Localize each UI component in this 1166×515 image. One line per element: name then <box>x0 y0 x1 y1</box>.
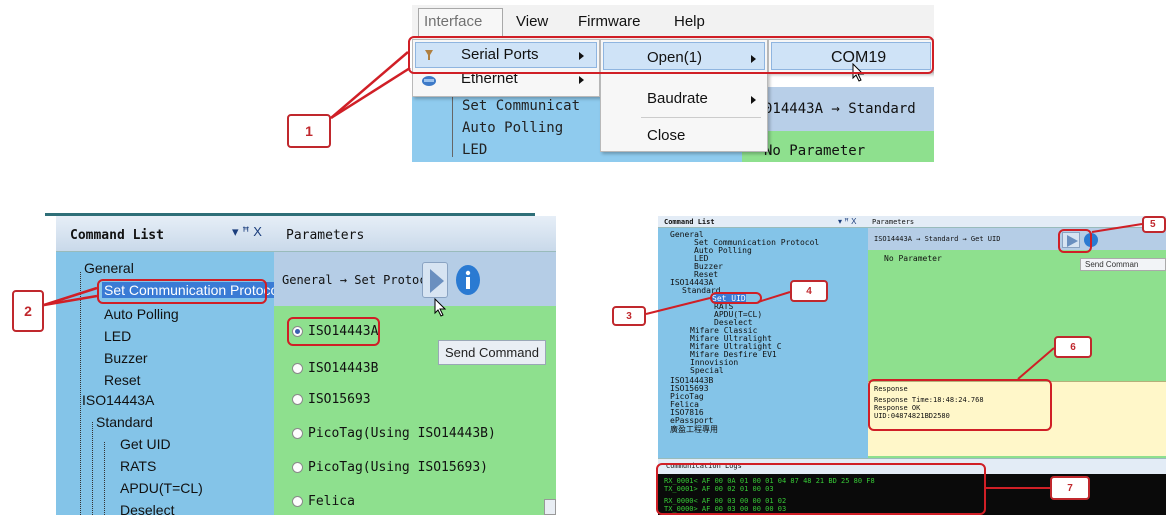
radio-iso14443b[interactable] <box>292 363 303 374</box>
callout-3: 3 <box>612 306 646 326</box>
pin-close-controls[interactable]: ▾ ꟸ X <box>232 224 262 240</box>
tree-item[interactable]: 廣盈工程專用 <box>670 424 718 435</box>
menu-separator <box>641 117 761 118</box>
panel2-screenshot: Command List ▾ ꟸ X Parameters General Se… <box>56 216 556 515</box>
tree-item-apdu[interactable]: APDU(T=CL) <box>120 480 203 496</box>
callout-5: 5 <box>1142 216 1166 233</box>
callout-7: 7 <box>1050 476 1090 500</box>
parameters-title: Parameters <box>286 228 365 243</box>
radio-iso15693[interactable] <box>292 394 303 405</box>
command-list-title: Command List <box>664 218 715 226</box>
send-command-tooltip: Send Comman <box>1080 258 1166 271</box>
tree-item-rats[interactable]: RATS <box>120 458 156 474</box>
protocol-label: ISO14443B <box>308 361 379 376</box>
tree-item-iso14443a[interactable]: ISO14443A <box>82 392 154 408</box>
bg-no-parameter: No Parameter <box>764 143 866 159</box>
tree-item-get-uid[interactable]: Get UID <box>120 436 171 452</box>
annotation-box-2b <box>287 317 380 346</box>
tree-item-standard[interactable]: Standard <box>96 414 153 430</box>
annotation-box-3 <box>710 292 762 304</box>
tree-item-buzzer[interactable]: Buzzer <box>104 350 148 366</box>
bg-tree-item: LED <box>462 142 488 158</box>
params-path: ISO14443A → Standard → Get UID <box>874 235 1001 243</box>
tree-item-auto-polling[interactable]: Auto Polling <box>104 306 179 322</box>
radio-picotag-15693[interactable] <box>292 462 303 473</box>
info-button[interactable] <box>454 264 482 296</box>
bg-path-text: 014443A → Standard <box>764 101 916 117</box>
play-icon <box>430 269 444 293</box>
scroll-corner <box>544 499 556 515</box>
annotation-box-2a <box>97 279 267 304</box>
radio-felica[interactable] <box>292 496 303 507</box>
tree-item-led[interactable]: LED <box>104 328 131 344</box>
annotation-box-6 <box>868 379 1052 431</box>
callout-1: 1 <box>287 114 331 148</box>
tree-lines <box>452 97 453 157</box>
ethernet-icon <box>421 74 437 88</box>
annotation-box-1 <box>408 36 934 74</box>
callout-4: 4 <box>790 280 828 302</box>
tree-item-reset[interactable]: Reset <box>104 372 141 388</box>
send-command-tooltip: Send Command <box>438 340 546 365</box>
tree-guide <box>104 442 105 515</box>
command-list-title: Command List <box>70 228 164 243</box>
panel1-screenshot: Interface View Firmware Help Set Communi… <box>412 5 934 162</box>
protocol-label: PicoTag(Using ISO14443B) <box>308 426 496 441</box>
menu-help[interactable]: Help <box>674 13 705 30</box>
params-path: General → Set Protocol <box>282 273 441 287</box>
submenu-arrow-icon <box>579 76 584 84</box>
tree-item-general[interactable]: General <box>84 260 134 276</box>
tree-guide <box>92 422 93 515</box>
parameters-title: Parameters <box>872 218 915 226</box>
bg-tree-item: Set Communicat <box>462 98 581 114</box>
protocol-label: ISO15693 <box>308 392 371 407</box>
radio-picotag-14443b[interactable] <box>292 428 303 439</box>
submenu-arrow-icon <box>751 96 756 104</box>
menu-view[interactable]: View <box>516 13 548 30</box>
tree-item[interactable]: Special <box>690 366 724 375</box>
bg-tree-item: Auto Polling <box>462 120 564 136</box>
annotation-box-7 <box>656 463 986 515</box>
pin-close-controls[interactable]: ▾ ꟸ X <box>838 217 856 226</box>
tree-guide <box>80 272 81 515</box>
no-parameter: No Parameter <box>884 254 942 263</box>
menu-firmware[interactable]: Firmware <box>578 13 641 30</box>
menu-interface-highlight <box>418 8 503 38</box>
baudrate-label[interactable]: Baudrate <box>647 90 708 107</box>
send-command-button[interactable] <box>422 262 448 298</box>
protocol-label: PicoTag(Using ISO15693) <box>308 460 489 475</box>
callout-2: 2 <box>12 290 44 332</box>
protocol-label: Felica <box>308 494 355 509</box>
info-icon <box>456 265 480 295</box>
close-label[interactable]: Close <box>647 127 685 144</box>
annotation-box-5 <box>1058 229 1092 253</box>
mouse-cursor-icon <box>434 297 448 323</box>
callout-6: 6 <box>1054 336 1092 358</box>
tree-item-deselect[interactable]: Deselect <box>120 502 174 515</box>
